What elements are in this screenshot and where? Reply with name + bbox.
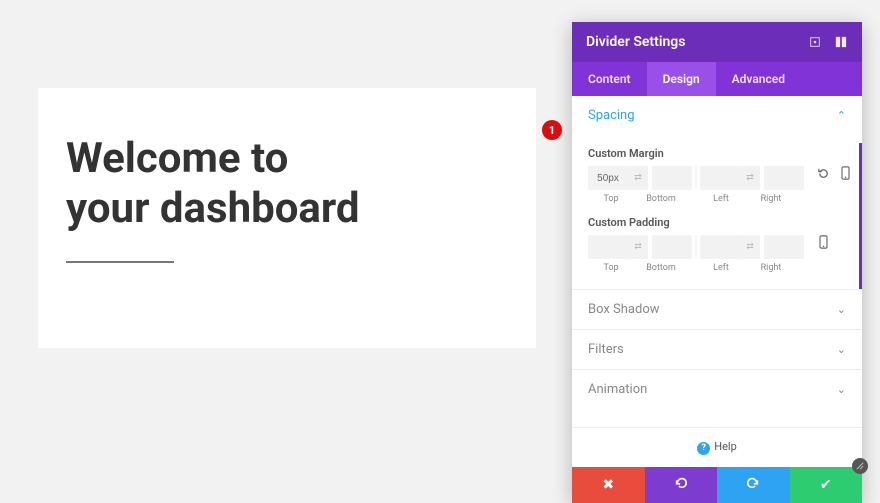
custom-margin-label: Custom Margin xyxy=(588,147,846,160)
chevron-down-icon: ⌄ xyxy=(837,383,846,396)
side-label-right: Right xyxy=(748,263,794,273)
section-spacing-body: Custom Margin ⇄ ⇄ Top Bottom Left R xyxy=(572,135,862,289)
section-box-shadow-title: Box Shadow xyxy=(588,302,660,317)
undo-icon xyxy=(674,476,688,494)
panel-header[interactable]: Divider Settings xyxy=(572,22,862,62)
snap-icon[interactable] xyxy=(834,35,848,49)
divider-line xyxy=(66,261,174,263)
link-icon[interactable]: ⇄ xyxy=(740,166,760,190)
redo-button[interactable] xyxy=(717,467,790,503)
section-spacing-head[interactable]: Spacing ⌃ xyxy=(572,96,862,135)
reset-icon[interactable] xyxy=(816,166,830,180)
panel-title: Divider Settings xyxy=(586,34,685,50)
heading-line-2: your dashboard xyxy=(66,184,360,233)
custom-padding-label: Custom Padding xyxy=(588,216,846,229)
heading-line-1: Welcome to xyxy=(66,134,288,183)
responsive-icon[interactable] xyxy=(816,235,830,249)
margin-bottom-input[interactable] xyxy=(652,166,692,190)
padding-left-input[interactable] xyxy=(700,235,740,259)
link-icon[interactable]: ⇄ xyxy=(628,235,648,259)
section-animation-title: Animation xyxy=(588,382,647,397)
section-animation-head[interactable]: Animation ⌄ xyxy=(572,369,862,409)
chevron-down-icon: ⌄ xyxy=(837,303,846,316)
responsive-icon[interactable] xyxy=(838,166,852,180)
margin-left-input[interactable] xyxy=(700,166,740,190)
panel-footer: ✖ ✔ xyxy=(572,467,862,503)
side-label-left: Left xyxy=(698,194,744,204)
scrollbar-indicator[interactable] xyxy=(859,143,862,289)
side-label-right: Right xyxy=(748,194,794,204)
undo-button[interactable] xyxy=(645,467,718,503)
tab-content[interactable]: Content xyxy=(572,62,647,96)
padding-bottom-input[interactable] xyxy=(652,235,692,259)
link-icon[interactable]: ⇄ xyxy=(740,235,760,259)
side-label-top: Top xyxy=(588,263,634,273)
side-label-bottom: Bottom xyxy=(638,194,684,204)
margin-inputs-row: ⇄ ⇄ Top Bottom Left Right xyxy=(588,166,846,204)
chevron-down-icon: ⌄ xyxy=(837,343,846,356)
padding-right-input[interactable] xyxy=(764,235,804,259)
callout-badge-1: 1 xyxy=(542,120,562,140)
chevron-up-icon: ⌃ xyxy=(837,109,846,122)
corner-drag-handle[interactable] xyxy=(852,458,868,474)
margin-right-input[interactable] xyxy=(764,166,804,190)
page-heading: Welcome to your dashboard xyxy=(66,134,508,233)
section-filters-title: Filters xyxy=(588,342,624,357)
tab-advanced[interactable]: Advanced xyxy=(716,62,801,96)
padding-inputs-row: ⇄ ⇄ Top Bottom Left Right xyxy=(588,235,846,273)
save-button[interactable]: ✔ xyxy=(790,467,863,503)
expand-icon[interactable] xyxy=(808,35,822,49)
side-label-bottom: Bottom xyxy=(638,263,684,273)
link-icon[interactable]: ⇄ xyxy=(628,166,648,190)
section-filters-head[interactable]: Filters ⌄ xyxy=(572,329,862,369)
tab-design[interactable]: Design xyxy=(647,62,716,96)
help-link[interactable]: ? Help xyxy=(572,427,862,467)
section-spacing-title: Spacing xyxy=(588,108,635,123)
section-box-shadow-head[interactable]: Box Shadow ⌄ xyxy=(572,289,862,329)
page-content: Welcome to your dashboard xyxy=(38,88,536,348)
help-icon: ? xyxy=(697,442,710,455)
redo-icon xyxy=(746,476,760,494)
help-label: Help xyxy=(714,440,737,453)
side-label-top: Top xyxy=(588,194,634,204)
padding-top-input[interactable] xyxy=(588,235,628,259)
close-icon: ✖ xyxy=(602,477,614,493)
check-icon: ✔ xyxy=(820,477,832,493)
margin-top-input[interactable] xyxy=(588,166,628,190)
side-label-left: Left xyxy=(698,263,744,273)
panel-tabs: Content Design Advanced xyxy=(572,62,862,96)
cancel-button[interactable]: ✖ xyxy=(572,467,645,503)
divider-settings-panel: Divider Settings Content Design Advanced… xyxy=(572,22,862,503)
